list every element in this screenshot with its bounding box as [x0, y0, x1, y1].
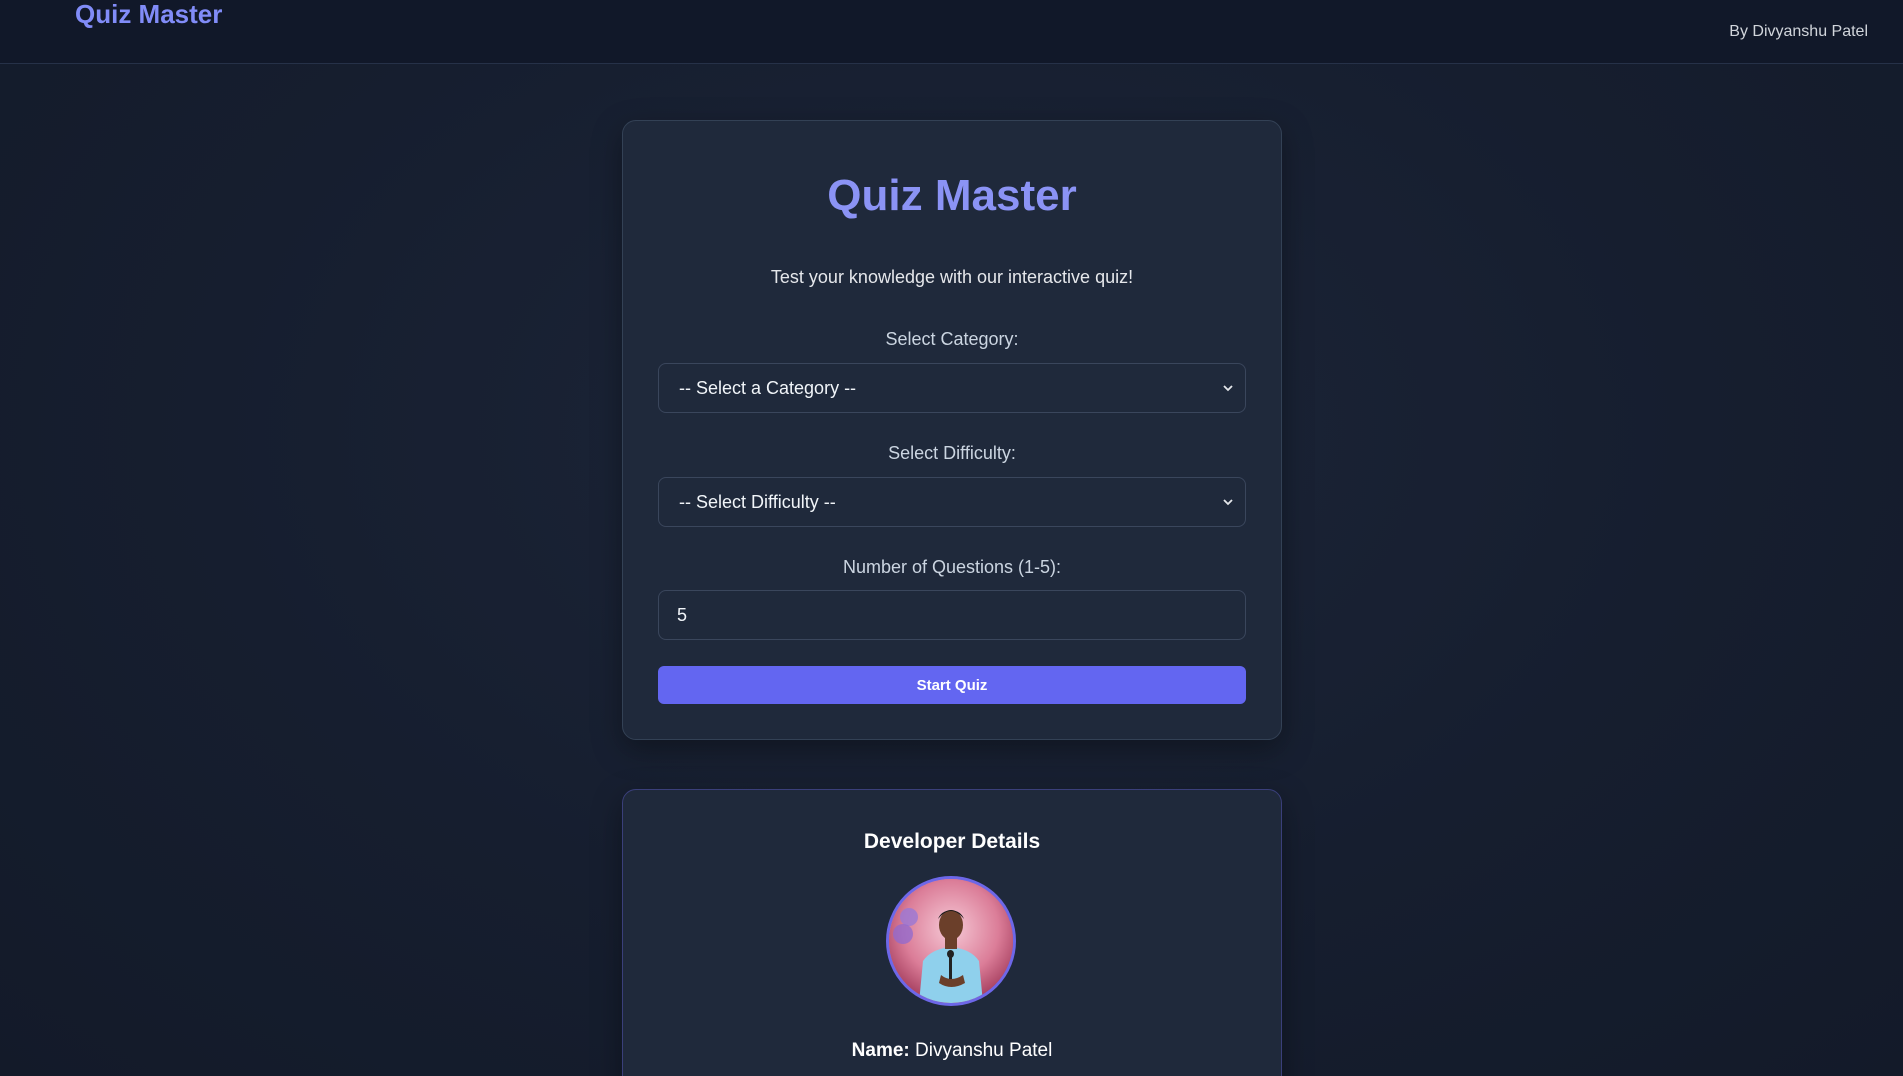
page-title: Quiz Master — [827, 171, 1077, 220]
quiz-setup-card: Quiz Master Test your knowledge with our… — [622, 120, 1282, 740]
avatar — [886, 876, 1016, 1006]
start-quiz-button[interactable]: Start Quiz — [658, 666, 1246, 704]
difficulty-select-value: -- Select Difficulty -- — [679, 491, 836, 512]
developer-photo — [889, 879, 1013, 1003]
chevron-down-icon — [1223, 383, 1233, 393]
category-select-value: -- Select a Category -- — [679, 377, 857, 398]
category-label: Select Category: — [885, 329, 1019, 349]
difficulty-select[interactable]: -- Select Difficulty -- — [658, 477, 1246, 527]
page-subtitle: Test your knowledge with our interactive… — [770, 267, 1134, 287]
developer-details-title: Developer Details — [863, 830, 1041, 853]
brand-logo-text[interactable]: Quiz Master — [75, 0, 222, 28]
questions-count-input[interactable]: 5 — [658, 590, 1246, 640]
developer-name-label: Name: — [851, 1040, 910, 1061]
developer-name-value: Divyanshu Patel — [915, 1040, 1053, 1061]
questions-count-label: Number of Questions (1-5): — [842, 557, 1062, 577]
category-select[interactable]: -- Select a Category -- — [658, 363, 1246, 413]
developer-name: Name: Divyanshu Patel — [623, 1040, 1281, 1062]
developer-details-card: Developer Details Name: Divyanshu Patel — [622, 789, 1282, 1076]
chevron-down-icon — [1223, 497, 1233, 507]
difficulty-label: Select Difficulty: — [888, 443, 1016, 463]
top-navbar: Quiz Master By Divyanshu Patel — [0, 0, 1903, 64]
questions-count-value: 5 — [677, 604, 688, 625]
author-byline: By Divyanshu Patel — [1729, 23, 1868, 40]
